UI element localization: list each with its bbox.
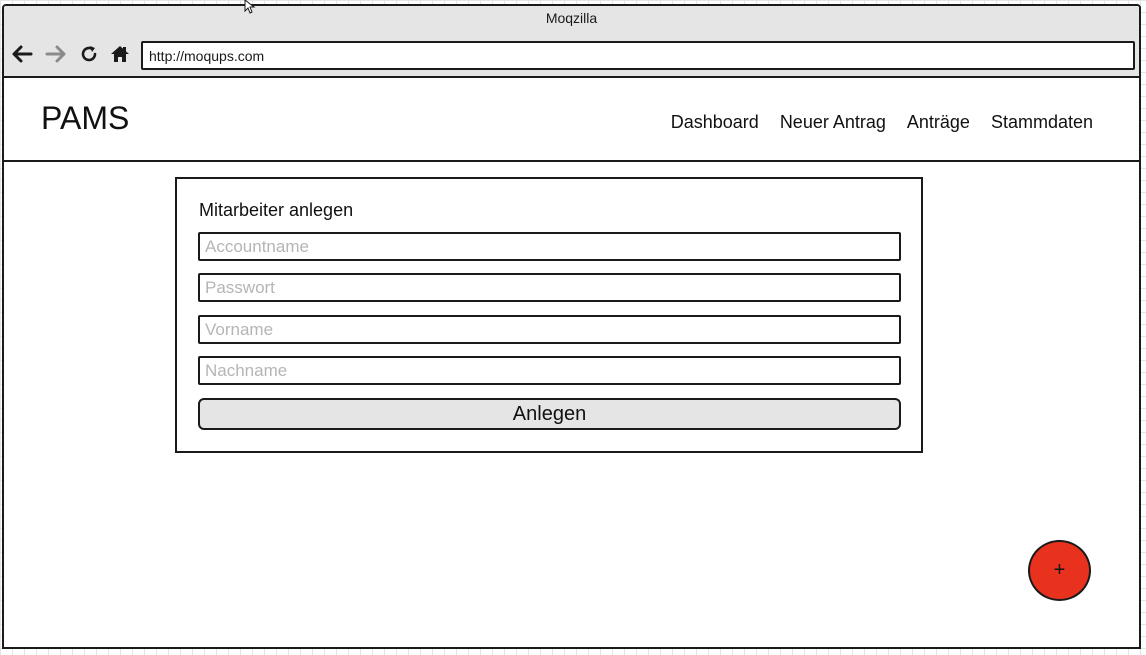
mouse-cursor-icon [244, 0, 256, 14]
nav-item-dashboard[interactable]: Dashboard [671, 112, 759, 133]
firstname-input[interactable] [198, 315, 901, 344]
back-button[interactable] [10, 42, 34, 66]
add-fab-button[interactable]: + [1028, 540, 1091, 601]
home-button[interactable] [108, 42, 132, 66]
arrow-left-icon [11, 44, 33, 64]
plus-icon: + [1053, 559, 1066, 581]
password-input[interactable] [198, 273, 901, 302]
nav-item-antraege[interactable]: Anträge [907, 112, 970, 133]
lastname-input[interactable] [198, 356, 901, 385]
app-header: PAMS Dashboard Neuer Antrag Anträge Stam… [4, 78, 1139, 162]
main-nav: Dashboard Neuer Antrag Anträge Stammdate… [650, 112, 1093, 133]
forward-button[interactable] [44, 42, 68, 66]
browser-window: Moqzilla http://moqups.com PAMS Dashboar… [2, 4, 1141, 649]
reload-icon [79, 44, 99, 64]
brand-logo[interactable]: PAMS [41, 100, 129, 137]
nav-item-neuer-antrag[interactable]: Neuer Antrag [780, 112, 886, 133]
main-content: Mitarbeiter anlegen Anlegen + [4, 162, 1139, 647]
nav-item-stammdaten[interactable]: Stammdaten [991, 112, 1093, 133]
home-icon [110, 44, 130, 64]
accountname-input[interactable] [198, 232, 901, 261]
form-title: Mitarbeiter anlegen [199, 200, 354, 220]
create-employee-form: Mitarbeiter anlegen Anlegen [175, 177, 923, 453]
browser-toolbar: Moqzilla [4, 6, 1139, 78]
address-bar[interactable] [141, 41, 1135, 70]
create-button[interactable]: Anlegen [198, 398, 901, 430]
window-title: Moqzilla [545, 10, 598, 26]
arrow-right-icon [45, 44, 67, 64]
reload-button[interactable] [77, 42, 101, 66]
